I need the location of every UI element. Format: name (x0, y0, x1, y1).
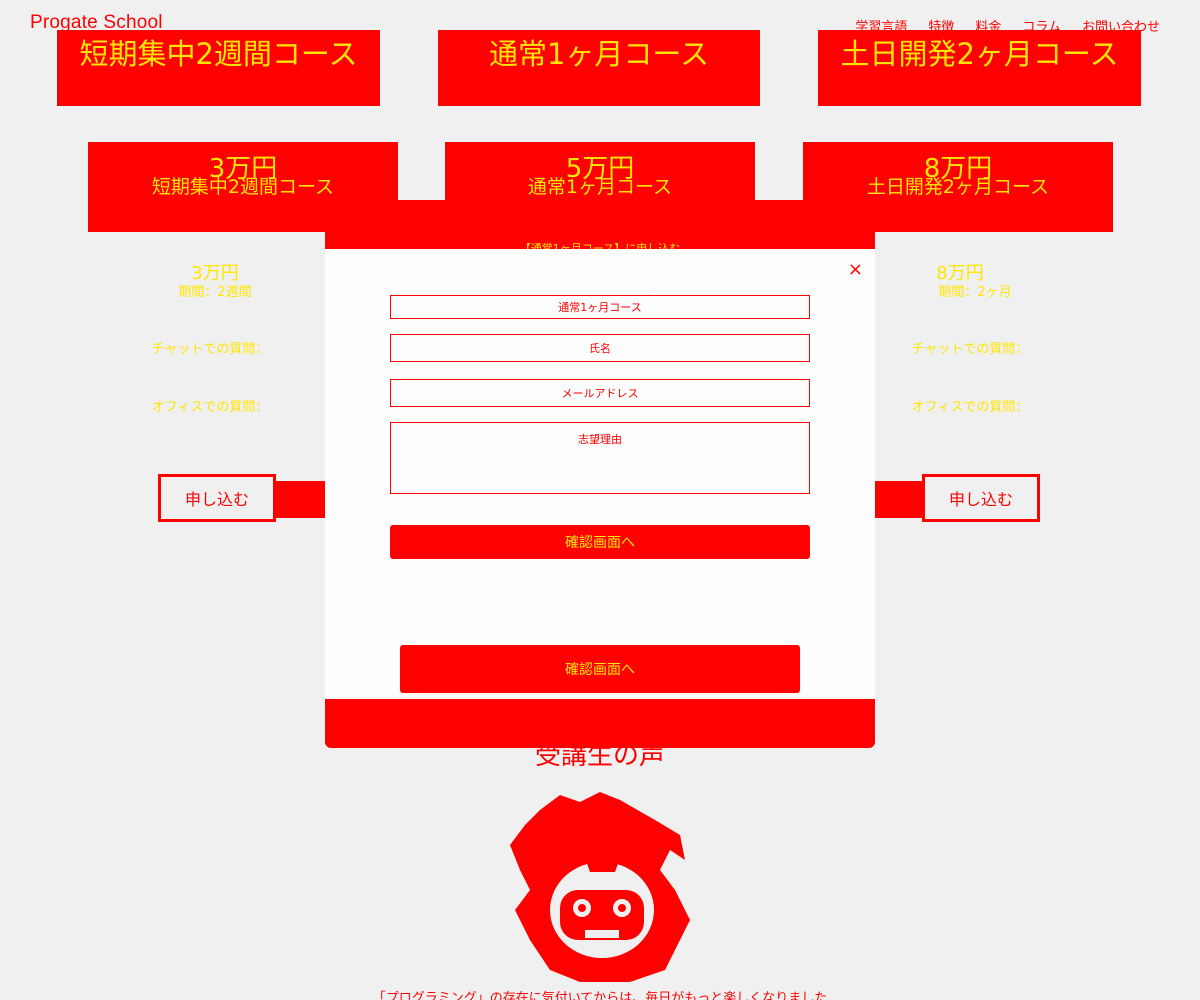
course-title-3: 土日開発2ヶ月コース (840, 37, 1119, 71)
course-title-block-2: 通常1ヶ月コース (438, 30, 760, 106)
application-modal: × 【通常1ヶ月コース】に申し込む 通常1ヶ月コース 氏名 メールアドレス 志望… (325, 249, 875, 699)
course-title-2: 通常1ヶ月コース (488, 37, 709, 71)
name-input[interactable]: 氏名 (390, 334, 810, 362)
office-question-text: オフィスでの質問： (151, 400, 269, 415)
course-title-block-3: 土日開発2ヶ月コース (818, 30, 1141, 106)
testimonial-quote: 「プログラミング」の存在に気付いてからは、毎日がもっと楽しくなりました (372, 991, 828, 1000)
mascot-illustration (490, 790, 710, 985)
close-icon[interactable]: × (848, 259, 863, 280)
submit-button[interactable]: 確認画面へ (390, 525, 810, 559)
office-question-text: オフィスでの質問： (911, 400, 1029, 415)
email-input[interactable]: メールアドレス (390, 379, 810, 407)
chat-question-text: チャットでの質問： (911, 342, 1029, 357)
mascot-icon (510, 792, 690, 982)
course-select[interactable]: 通常1ヶ月コース (390, 295, 810, 319)
course-name: 通常1ヶ月コース (527, 176, 673, 198)
name-placeholder: 氏名 (589, 342, 611, 355)
apply-button-1[interactable]: 申し込む (158, 474, 276, 522)
apply-bar-left (275, 481, 325, 518)
apply-button-3[interactable]: 申し込む (922, 474, 1040, 522)
course-title-1: 短期集中2週間コース (79, 37, 358, 71)
period-text: 期間：2ヶ月 (938, 285, 1012, 300)
period-text: 期間：2週間 (178, 285, 252, 300)
price-small: 3万円 (191, 263, 239, 284)
course-title-block-1: 短期集中2週間コース (57, 30, 380, 106)
email-placeholder: メールアドレス (561, 387, 639, 400)
price-small: 8万円 (936, 263, 984, 284)
reason-placeholder: 志望理由 (578, 433, 622, 446)
course-name: 短期集中2週間コース (151, 176, 335, 198)
confirm-button[interactable]: 確認画面へ (400, 645, 800, 693)
course-name: 土日開発2ヶ月コース (866, 176, 1050, 198)
voice-heading: 受講生の声 (534, 741, 665, 771)
reason-textarea[interactable]: 志望理由 (390, 422, 810, 494)
chat-question-text: チャットでの質問： (151, 342, 269, 357)
course-select-value: 通常1ヶ月コース (558, 301, 642, 314)
apply-bar-right (875, 481, 925, 518)
